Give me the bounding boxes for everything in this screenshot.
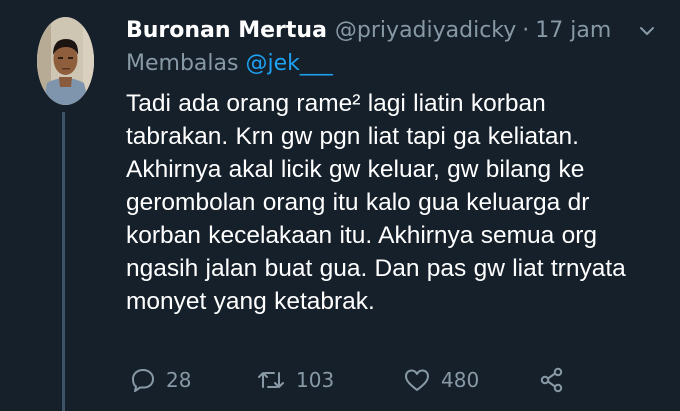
reply-mention-link[interactable]: @jek___ (245, 51, 332, 76)
retweet-button[interactable]: 103 (256, 362, 334, 398)
reply-icon (130, 367, 156, 393)
reply-prefix: Membalas (126, 51, 239, 76)
reply-context: Membalas @jek___ (126, 51, 333, 76)
heart-icon (403, 367, 431, 393)
user-handle[interactable]: @priyadiyadicky (335, 18, 516, 43)
thread-line (62, 112, 65, 411)
display-name[interactable]: Buronan Mertua (126, 18, 327, 43)
avatar[interactable] (37, 17, 94, 105)
tweet-actions: 28 103 480 (130, 362, 670, 398)
like-count: 480 (441, 368, 480, 392)
avatar-image (37, 17, 94, 105)
tweet-header: Buronan Mertua @priyadiyadicky · 17 jam (126, 13, 680, 47)
separator-dot: · (522, 17, 530, 43)
reply-button[interactable]: 28 (130, 362, 191, 398)
like-button[interactable]: 480 (403, 362, 479, 398)
timestamp[interactable]: 17 jam (535, 18, 611, 43)
chevron-down-icon[interactable] (637, 21, 657, 41)
tweet-text: Tadi ada orang rame² lagi liatin korban … (126, 90, 626, 315)
retweet-count: 103 (296, 368, 335, 392)
share-button[interactable] (538, 362, 566, 398)
reply-count: 28 (166, 368, 192, 392)
share-icon (538, 366, 566, 394)
retweet-icon (256, 367, 286, 393)
